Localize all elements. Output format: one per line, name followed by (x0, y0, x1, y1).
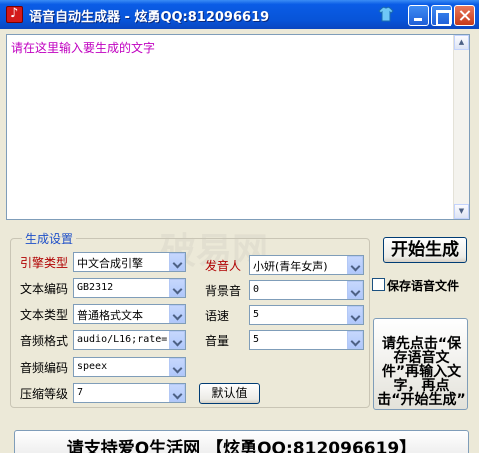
audio-encoding-label: 音频编码 (20, 361, 69, 375)
window-title: 语音自动生成器 - 炫勇QQ:812096619 (29, 10, 270, 25)
speaker-label: 发音人 (205, 259, 242, 273)
app-music-icon[interactable] (6, 6, 23, 23)
settings-group-title: 生成设置 (22, 230, 77, 247)
chevron-down-icon[interactable] (347, 331, 363, 349)
chevron-down-icon[interactable] (169, 305, 185, 323)
volume-value: 5 (253, 334, 260, 345)
engine-type-select[interactable]: 中文合成引擎 (73, 252, 186, 272)
start-generate-button[interactable]: 开始生成 (383, 237, 467, 263)
chevron-down-icon[interactable] (347, 256, 363, 274)
speed-value: 5 (253, 309, 260, 320)
chevron-down-icon[interactable] (169, 279, 185, 297)
text-type-select[interactable]: 普通格式文本 (73, 304, 186, 324)
compression-level-select[interactable]: 7 (73, 383, 186, 403)
engine-type-value: 中文合成引擎 (77, 257, 143, 270)
volume-select[interactable]: 5 (249, 330, 364, 350)
footer-banner[interactable]: 请支持爱Q生活网 【炫勇QQ:812096619】 (14, 430, 469, 453)
vertical-scrollbar[interactable]: ▲ ▼ (453, 35, 469, 219)
audio-encoding-select[interactable]: speex (73, 357, 186, 377)
background-sound-select[interactable]: 0 (249, 280, 364, 300)
chevron-down-icon[interactable] (169, 331, 185, 349)
default-values-button[interactable]: 默认值 (199, 383, 260, 404)
hint-box: 请先点击“保存语音文件”再输入文字，再点击“开始生成” (373, 318, 468, 410)
text-encoding-label: 文本编码 (20, 282, 69, 296)
scroll-down-arrow-icon[interactable]: ▼ (454, 204, 469, 219)
background-sound-value: 0 (253, 284, 260, 295)
app-window: 语音自动生成器 - 炫勇QQ:812096619 请在这里输入要生成的文字 ▲ … (0, 0, 479, 453)
compression-level-label: 压缩等级 (20, 387, 69, 401)
save-audio-checkbox[interactable] (372, 278, 385, 291)
minimize-button[interactable] (408, 5, 429, 26)
save-audio-checkbox-label[interactable]: 保存语音文件 (387, 277, 459, 294)
volume-label: 音量 (205, 334, 230, 348)
footer-text[interactable]: 请支持爱Q生活网 【炫勇QQ:812096619】 (15, 434, 468, 453)
text-input-placeholder: 请在这里输入要生成的文字 (11, 41, 156, 55)
audio-format-value: audio/L16;rate= (77, 334, 168, 345)
chevron-down-icon[interactable] (169, 358, 185, 376)
text-type-value: 普通格式文本 (77, 309, 143, 322)
compression-level-value: 7 (77, 387, 84, 398)
engine-type-label: 引擎类型 (20, 256, 69, 270)
skin-shirt-icon[interactable] (378, 6, 394, 22)
hint-text: 请先点击“保存语音文件”再输入文字，再点击“开始生成” (377, 336, 466, 408)
audio-encoding-value: speex (77, 361, 108, 372)
text-input-area[interactable]: 请在这里输入要生成的文字 ▲ ▼ (6, 34, 470, 220)
close-button[interactable] (454, 5, 475, 26)
speed-select[interactable]: 5 (249, 305, 364, 325)
audio-format-select[interactable]: audio/L16;rate= (73, 330, 186, 350)
chevron-down-icon[interactable] (169, 253, 185, 271)
chevron-down-icon[interactable] (347, 281, 363, 299)
speed-label: 语速 (205, 309, 230, 323)
maximize-button[interactable] (431, 5, 452, 26)
speaker-value: 小妍(青年女声) (253, 260, 328, 273)
text-encoding-value: GB2312 (77, 282, 114, 293)
background-sound-label: 背景音 (205, 284, 242, 298)
text-encoding-select[interactable]: GB2312 (73, 278, 186, 298)
chevron-down-icon[interactable] (347, 306, 363, 324)
chevron-down-icon[interactable] (169, 384, 185, 402)
title-bar[interactable]: 语音自动生成器 - 炫勇QQ:812096619 (0, 0, 479, 29)
audio-format-label: 音频格式 (20, 334, 69, 348)
scroll-up-arrow-icon[interactable]: ▲ (454, 35, 469, 50)
speaker-select[interactable]: 小妍(青年女声) (249, 255, 364, 275)
text-type-label: 文本类型 (20, 308, 69, 322)
